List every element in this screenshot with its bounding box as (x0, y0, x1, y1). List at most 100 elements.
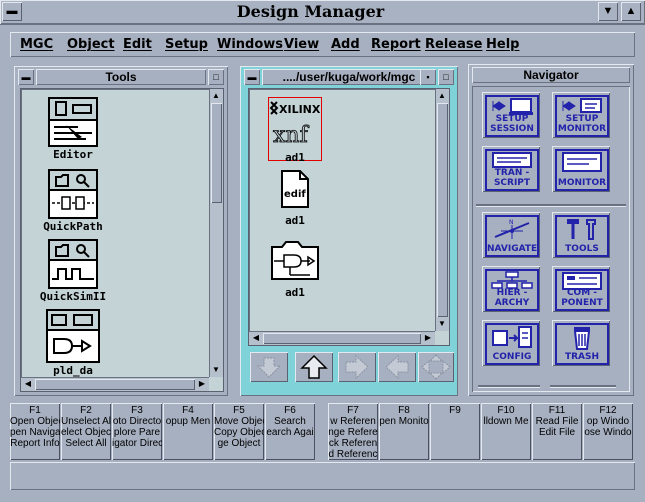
fkey-f6[interactable]: F6 Search earch Agai (265, 403, 315, 460)
scroll-down-icon[interactable]: ▼ (436, 318, 448, 330)
fkey-f4-line1: opup Men (165, 416, 211, 427)
files-vertical-scrollbar[interactable]: ▲ ▼ (435, 89, 449, 331)
fkey-f10[interactable]: F10 lldown Me (481, 403, 531, 460)
transcript-line2: SCRIPT (493, 178, 531, 188)
files-scroll-thumb[interactable] (437, 103, 448, 317)
fkey-f7[interactable]: F7 w Referen nge Refere ck Referen d Ref… (328, 403, 378, 460)
hammer-wrench-icon (567, 219, 596, 240)
pane-menu-icon: ▬ (247, 72, 257, 82)
transcript-frame: TRAN - SCRIPT (485, 149, 539, 191)
xilinx-xnf-icon: XILINX xnf (269, 101, 321, 148)
fkey-f12[interactable]: F12 op Windo ose Windo (583, 403, 633, 460)
component-label: COM - PONENT (557, 288, 607, 308)
tool-quickpath-label: QuickPath (43, 220, 103, 233)
menu-edit[interactable]: Edit (123, 37, 152, 52)
files-hscroll-thumb[interactable] (263, 333, 421, 344)
files-horizontal-scrollbar[interactable]: ◀ ▶ (249, 331, 435, 345)
menu-add[interactable]: Add (331, 37, 360, 52)
fkey-f1[interactable]: F1 Open Objec pen Naviga Report Info (10, 403, 60, 460)
tool-pld-da[interactable]: pld_da (37, 309, 109, 377)
fkey-f1-key: F1 (29, 405, 41, 416)
setup-session-button[interactable]: SETUP SESSION (482, 92, 540, 138)
scroll-left-icon[interactable]: ◀ (22, 378, 34, 390)
quickpath-icon (48, 169, 98, 219)
menu-help[interactable]: Help (486, 37, 519, 52)
tools-scroll-thumb[interactable] (211, 103, 222, 203)
config-button[interactable]: CONFIG (482, 320, 540, 366)
component-frame: COM - PONENT (555, 269, 609, 311)
tool-editor[interactable]: Editor (41, 97, 105, 161)
title-bar[interactable]: ▬ Design Manager ▼ ▲ (0, 0, 645, 25)
tools-vertical-scrollbar[interactable]: ▲ ▼ (209, 89, 223, 377)
transcript-button[interactable]: TRAN - SCRIPT (482, 146, 540, 192)
config-icon (492, 326, 532, 348)
tool-editor-label: Editor (53, 148, 93, 161)
menu-windows[interactable]: Windows (217, 37, 283, 52)
nav-right-arrow-button[interactable] (338, 352, 376, 382)
fkey-f12-line1: op Windo (586, 416, 630, 427)
scroll-up-icon[interactable]: ▲ (210, 90, 222, 102)
setup-session-line2: SESSION (490, 124, 534, 134)
scroll-down-icon[interactable]: ▼ (210, 364, 222, 376)
scroll-right-icon[interactable]: ▶ (196, 378, 208, 390)
tool-quickpath[interactable]: QuickPath (41, 169, 105, 233)
menu-setup[interactable]: Setup (165, 37, 208, 52)
fkey-f11-line2: Edit File (538, 427, 576, 438)
nav-expand-arrows-button[interactable] (418, 352, 454, 382)
tools-pane-maximize-button[interactable]: □ (208, 69, 224, 85)
files-pane-maximize-button[interactable]: □ (438, 69, 454, 85)
menu-mgc[interactable]: MGC (20, 37, 53, 52)
fkey-f7-line1: w Referen (330, 416, 376, 427)
fkey-f11[interactable]: F11 Read File Edit File (532, 403, 582, 460)
fkey-f9[interactable]: F9 (430, 403, 480, 460)
fkey-f5[interactable]: F5 Move Objec Copy Objec ge Object (214, 403, 264, 460)
navigate-label: NAVIGATE (487, 244, 538, 254)
fkey-f5-line2: Copy Objec (214, 427, 264, 438)
nav-left-arrow-button[interactable] (378, 352, 416, 382)
tools-horizontal-scrollbar[interactable]: ◀ ▶ (21, 377, 209, 391)
fkey-f11-key: F11 (548, 405, 566, 416)
file-ad1-xnf[interactable]: XILINX xnf ad1 (267, 97, 323, 164)
scroll-right-icon[interactable]: ▶ (422, 332, 434, 344)
minimize-button[interactable]: ▼ (598, 2, 618, 21)
maximize-button[interactable]: ▲ (621, 2, 641, 21)
hierarchy-line1: HIER - (496, 288, 528, 298)
tools-pane-menu-button[interactable]: ▬ (18, 69, 34, 85)
tools-hscroll-thumb[interactable] (35, 379, 195, 390)
edif-ext-text: edif (284, 189, 306, 200)
schematic-folder-icon (271, 241, 319, 280)
fkey-f8[interactable]: F8 pen Monito (379, 403, 429, 460)
tools-button[interactable]: TOOLS (552, 212, 610, 258)
menu-object[interactable]: Object (67, 37, 115, 52)
file-ad1-edif-label: ad1 (285, 214, 305, 227)
window-menu-button[interactable]: ▬ (2, 2, 22, 21)
fkey-f3[interactable]: F3 oto Directo plore Pare igator Direc (112, 403, 162, 460)
fkey-f4[interactable]: F4 opup Men (163, 403, 213, 460)
file-ad1-schematic[interactable]: ad1 (263, 239, 327, 299)
trash-label: TRASH (564, 352, 600, 362)
navigate-button[interactable]: N NAVIGATE (482, 212, 540, 258)
file-ad1-edif[interactable]: edif ad1 (267, 169, 323, 227)
monitor-button[interactable]: MONITOR (552, 146, 610, 192)
fkey-f2[interactable]: F2 Unselect Al elect Objec Select All (61, 403, 111, 460)
component-button[interactable]: COM - PONENT (552, 266, 610, 312)
svg-text:N: N (509, 219, 514, 226)
menu-view[interactable]: View (284, 37, 319, 52)
nav-up-arrow-button[interactable] (295, 352, 333, 382)
setup-monitor-button[interactable]: SETUP MONITOR (552, 92, 610, 138)
nav-down-arrow-button[interactable] (250, 352, 288, 382)
files-pane-title: ..../user/kuga/work/mgc (262, 69, 436, 85)
monitor-label: MONITOR (557, 178, 607, 188)
menu-report[interactable]: Report (371, 37, 421, 52)
files-pane-menu-button[interactable]: ▬ (244, 69, 260, 85)
hierarchy-button[interactable]: HIER - ARCHY (482, 266, 540, 312)
fkey-f5-line1: Move Objec (214, 416, 264, 427)
files-pane-restore-button[interactable]: ▪ (420, 69, 436, 85)
menu-release[interactable]: Release (425, 37, 482, 52)
scroll-up-icon[interactable]: ▲ (436, 90, 448, 102)
tool-quicksim[interactable]: QuickSimII (35, 239, 111, 303)
maximize-icon: ▲ (625, 5, 637, 17)
menu-bar: MGC Object Edit Setup Windows View Add R… (10, 32, 635, 57)
scroll-left-icon[interactable]: ◀ (250, 332, 262, 344)
trash-button[interactable]: TRASH (552, 320, 610, 366)
